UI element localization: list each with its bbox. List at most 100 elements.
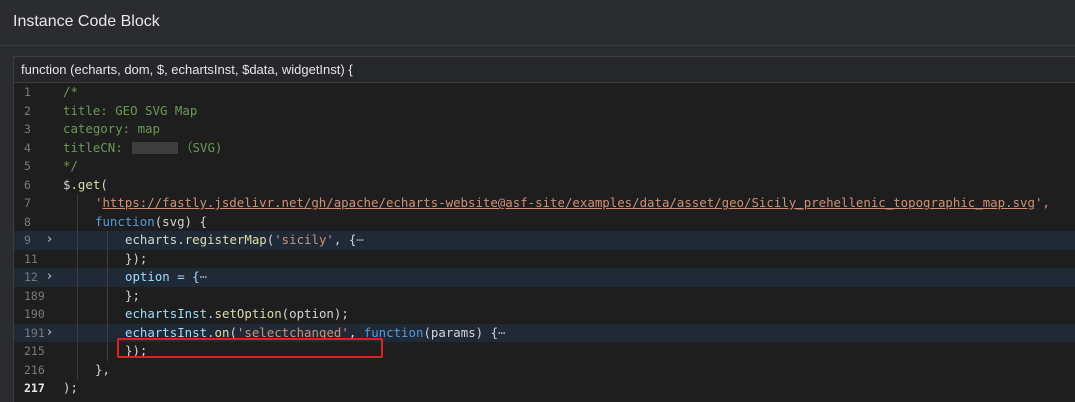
comment-text: （SVG) bbox=[180, 139, 223, 155]
indent-guide bbox=[107, 323, 108, 342]
line-content: function(svg) { bbox=[95, 213, 207, 232]
folded-ellipsis[interactable]: ⋯ bbox=[498, 325, 505, 340]
redacted-text bbox=[132, 142, 179, 154]
indent-guide bbox=[77, 268, 78, 287]
line-content: option = {⋯ bbox=[125, 268, 207, 287]
comment-text: titleCN: bbox=[63, 139, 131, 155]
code-line[interactable]: 7 'https://fastly.jsdelivr.net/gh/apache… bbox=[14, 194, 1075, 213]
code-token: $. bbox=[63, 176, 78, 192]
indent-guide bbox=[107, 231, 108, 250]
line-number: 9 bbox=[24, 233, 31, 247]
code-line[interactable]: 2 title: GEO SVG Map bbox=[14, 102, 1075, 121]
indent-guide bbox=[77, 286, 78, 305]
indent-guide bbox=[77, 212, 78, 231]
chevron-right-icon[interactable]: › bbox=[47, 324, 52, 343]
indent-guide bbox=[77, 323, 78, 342]
indent-guide bbox=[77, 194, 78, 213]
code-line[interactable]: 9 › echarts.registerMap('sicily', {⋯ bbox=[14, 231, 1075, 250]
code-line[interactable]: 189 }; bbox=[14, 286, 1075, 306]
code-token: registerMap bbox=[184, 232, 267, 247]
code-token: 'selectchanged' bbox=[236, 324, 349, 340]
line-number: 215 bbox=[24, 344, 45, 358]
line-number: 189 bbox=[24, 288, 45, 303]
line-number: 11 bbox=[24, 251, 38, 266]
line-content: $.get( bbox=[63, 176, 108, 195]
line-content: 'https://fastly.jsdelivr.net/gh/apache/e… bbox=[95, 194, 1050, 213]
code-token: echartsInst. bbox=[125, 324, 215, 340]
line-content: echarts.registerMap('sicily', {⋯ bbox=[125, 231, 364, 250]
line-content: }, bbox=[95, 361, 110, 380]
code-token: (option); bbox=[281, 306, 349, 321]
line-number: 7 bbox=[24, 196, 31, 210]
code-token: option = { bbox=[125, 269, 200, 284]
code-line[interactable]: 4 titleCN: （SVG) bbox=[14, 139, 1075, 158]
line-number: 6 bbox=[24, 177, 31, 192]
code-line[interactable]: 5 */ bbox=[14, 157, 1075, 176]
line-number: 190 bbox=[24, 307, 45, 321]
line-number: 4 bbox=[24, 140, 31, 155]
indent-guide bbox=[77, 342, 78, 361]
code-line[interactable]: 3 category: map bbox=[14, 120, 1075, 139]
line-content: echartsInst.setOption(option); bbox=[125, 305, 349, 324]
indent-guide bbox=[77, 231, 78, 250]
code-token: function bbox=[363, 324, 424, 340]
code-token: }, bbox=[95, 361, 110, 377]
comment-text: category: map bbox=[63, 121, 160, 136]
code-line[interactable]: 1 /* bbox=[14, 83, 1075, 102]
line-number: 216 bbox=[24, 362, 45, 377]
chevron-right-icon[interactable]: › bbox=[47, 231, 52, 250]
code-token: 'sicily' bbox=[274, 232, 334, 247]
code-token: ( bbox=[229, 324, 237, 340]
code-line[interactable]: 11 }); bbox=[14, 249, 1075, 269]
code-line[interactable]: 215 }); bbox=[14, 342, 1075, 361]
code-line[interactable]: 191 › echartsInst.on('selectchanged', fu… bbox=[14, 323, 1075, 343]
code-token: (params) { bbox=[423, 324, 499, 340]
indent-guide bbox=[77, 249, 78, 268]
line-number: 2 bbox=[24, 103, 31, 118]
line-number: 3 bbox=[24, 122, 31, 136]
code-line[interactable]: 190 echartsInst.setOption(option); bbox=[14, 305, 1075, 324]
comment-text: title: GEO SVG Map bbox=[63, 102, 198, 118]
code-token: function bbox=[95, 213, 155, 229]
line-content: title: GEO SVG Map bbox=[63, 102, 197, 121]
url-link[interactable]: https://fastly.jsdelivr.net/gh/apache/ec… bbox=[102, 195, 1034, 210]
code-token: , { bbox=[333, 232, 357, 247]
line-content: */ bbox=[63, 157, 78, 176]
line-content: }); bbox=[125, 250, 147, 269]
code-token: (svg) { bbox=[154, 213, 207, 229]
code-token: ', bbox=[1034, 195, 1050, 210]
code-line[interactable]: 216 }, bbox=[14, 360, 1075, 380]
line-content: echartsInst.on('selectchanged', function… bbox=[125, 324, 506, 343]
line-number: 8 bbox=[24, 214, 31, 229]
code-token: echarts. bbox=[125, 232, 185, 247]
code-line[interactable]: 217 ); bbox=[14, 379, 1075, 398]
code-token: get bbox=[77, 176, 101, 192]
line-content: }); bbox=[125, 342, 147, 361]
chevron-right-icon[interactable]: › bbox=[47, 268, 52, 287]
line-number: 5 bbox=[24, 159, 31, 173]
code-editor[interactable]: function (echarts, dom, $, echartsInst, … bbox=[13, 56, 1075, 402]
line-number: 12 bbox=[24, 270, 38, 284]
code-token: }; bbox=[125, 287, 140, 303]
code-token: setOption bbox=[214, 306, 282, 321]
code-token: }); bbox=[125, 250, 148, 266]
folded-ellipsis[interactable]: ⋯ bbox=[200, 269, 207, 284]
code-line[interactable]: 6 $.get( bbox=[14, 176, 1075, 195]
line-content: titleCN: （SVG) bbox=[63, 139, 222, 158]
folded-ellipsis[interactable]: ⋯ bbox=[356, 232, 363, 247]
comment-text: /* bbox=[63, 84, 78, 99]
code-token: ); bbox=[63, 380, 78, 395]
code-token: , bbox=[348, 324, 364, 340]
line-number: 191 bbox=[24, 325, 45, 340]
indent-guide bbox=[107, 286, 108, 305]
code-token: ( bbox=[100, 176, 108, 192]
code-line[interactable]: 8 function(svg) { bbox=[14, 212, 1075, 232]
code-line[interactable]: 12 › option = {⋯ bbox=[14, 268, 1075, 287]
line-number: 1 bbox=[24, 85, 31, 99]
code-area[interactable]: 1 /* 2 title: GEO SVG Map 3 category: ma… bbox=[14, 83, 1075, 402]
line-content: category: map bbox=[63, 120, 160, 139]
line-content: }; bbox=[125, 287, 140, 306]
function-signature: function (echarts, dom, $, echartsInst, … bbox=[14, 57, 1075, 83]
indent-guide bbox=[77, 360, 78, 379]
indent-guide bbox=[107, 268, 108, 287]
